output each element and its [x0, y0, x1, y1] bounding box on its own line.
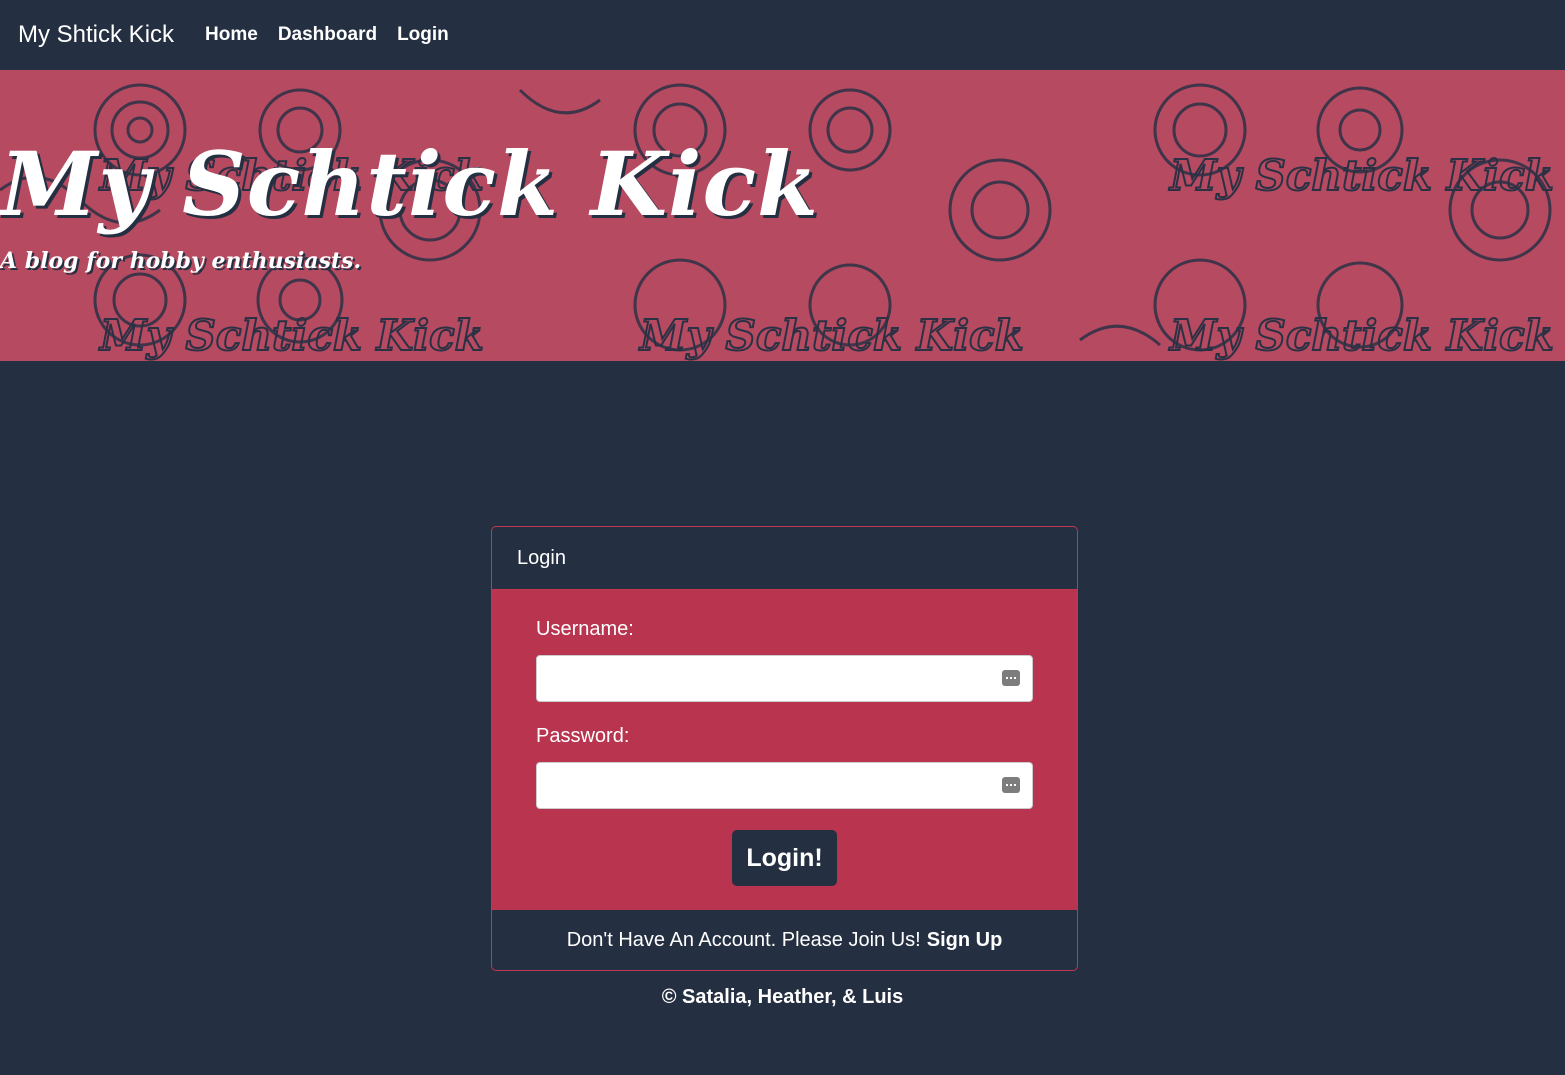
nav-link-dashboard[interactable]: Dashboard [278, 24, 377, 46]
signup-link[interactable]: Sign Up [927, 929, 1003, 952]
watermark-text: My Schtick Kick [98, 311, 484, 360]
top-navbar: My Shtick Kick Home Dashboard Login [0, 0, 1565, 70]
key-icon[interactable] [1002, 670, 1020, 686]
navbar-brand[interactable]: My Shtick Kick [18, 21, 174, 49]
hero-title: My Schtick Kick [0, 132, 820, 236]
copyright: © Satalia, Heather, & Luis [661, 986, 904, 1008]
login-submit-button[interactable]: Login! [732, 830, 837, 886]
password-input[interactable] [536, 762, 1033, 809]
watermark-text: My Schtick Kick [1168, 311, 1554, 360]
nav-link-home[interactable]: Home [205, 24, 258, 46]
signup-prompt: Don't Have An Account. Please Join Us! [566, 928, 921, 951]
login-card-footer: Don't Have An Account. Please Join Us! S… [492, 910, 1077, 970]
login-form: Username: Password: Login! [492, 590, 1077, 910]
hero-banner: My Schtick Kick My Schtick Kick My Schti… [0, 70, 1565, 361]
login-card-header: Login [492, 527, 1077, 590]
hero-subtitle: A blog for hobby enthusiasts. [0, 248, 362, 274]
password-label: Password: [536, 725, 630, 747]
username-label: Username: [536, 618, 634, 640]
username-input[interactable] [536, 655, 1033, 702]
watermark-text: My Schtick Kick [638, 311, 1024, 360]
login-card: Login Username: Password: Login! Don't H… [491, 526, 1078, 971]
nav-link-login[interactable]: Login [397, 24, 449, 46]
key-icon[interactable] [1002, 777, 1020, 793]
